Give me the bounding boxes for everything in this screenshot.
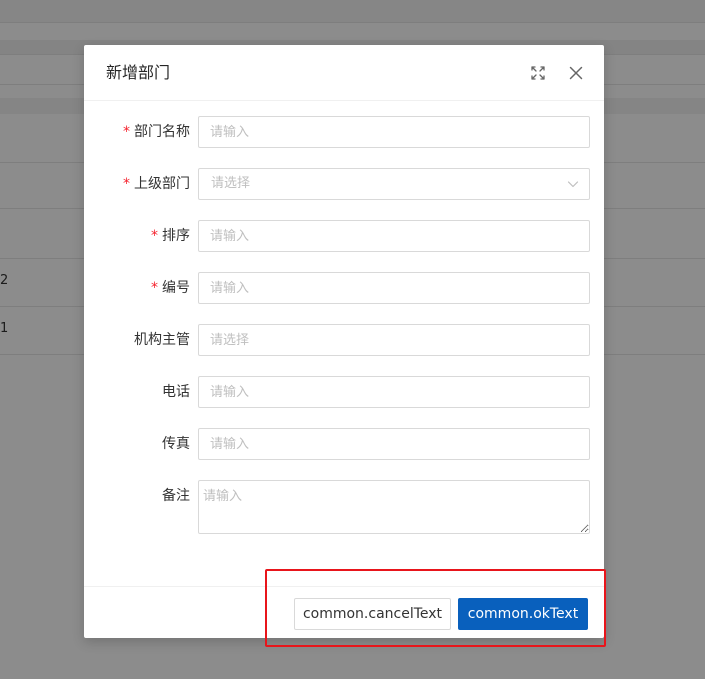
fax-input[interactable] (198, 428, 590, 460)
form-row-fax: 传真 (84, 428, 604, 460)
sort-input[interactable] (198, 220, 590, 252)
parent-dept-select[interactable]: 请选择 (198, 168, 590, 200)
modal-footer: common.cancelText common.okText (84, 586, 604, 638)
form-row-parent-dept: * 上级部门 请选择 (84, 168, 604, 200)
code-input[interactable] (198, 272, 590, 304)
add-department-modal: 新增部门 * 部门名称 请输入 * 上级部门 请选择 * 排序 请输入 * 编号… (84, 45, 604, 638)
field-label: 备注 (162, 488, 190, 504)
modal-header: 新增部门 (84, 45, 604, 101)
form-row-remark: 备注 (84, 480, 604, 534)
field-label: 传真 (162, 436, 190, 452)
field-label: * 部门名称 (123, 116, 190, 148)
field-label-text: 排序 (162, 228, 190, 244)
field-label: 机构主管 (134, 332, 190, 348)
required-mark: * (151, 228, 158, 244)
required-mark: * (151, 280, 158, 296)
field-label: * 编号 (151, 272, 190, 304)
field-label: * 排序 (151, 220, 190, 252)
field-label-text: 部门名称 (134, 124, 190, 140)
modal-title: 新增部门 (106, 63, 171, 82)
select-placeholder: 请选择 (211, 176, 251, 191)
phone-input[interactable] (198, 376, 590, 408)
form-row-code: * 编号 (84, 272, 604, 304)
remark-textarea[interactable] (198, 480, 590, 534)
close-icon[interactable] (564, 61, 588, 85)
field-label-text: 上级部门 (134, 176, 190, 192)
form-row-manager: 机构主管 (84, 324, 604, 356)
required-mark: * (123, 124, 130, 140)
form-row-dept-name: * 部门名称 (84, 116, 604, 148)
dept-name-input[interactable] (198, 116, 590, 148)
field-label-text: 编号 (162, 280, 190, 296)
ok-button[interactable]: common.okText (458, 598, 588, 630)
required-mark: * (123, 176, 130, 192)
cancel-button[interactable]: common.cancelText (294, 598, 451, 630)
field-label: 电话 (162, 384, 190, 400)
field-label: * 上级部门 (123, 168, 190, 200)
fullscreen-icon[interactable] (526, 61, 550, 85)
form-row-phone: 电话 (84, 376, 604, 408)
chevron-down-icon (567, 181, 579, 188)
form-row-sort: * 排序 (84, 220, 604, 252)
manager-input[interactable] (198, 324, 590, 356)
